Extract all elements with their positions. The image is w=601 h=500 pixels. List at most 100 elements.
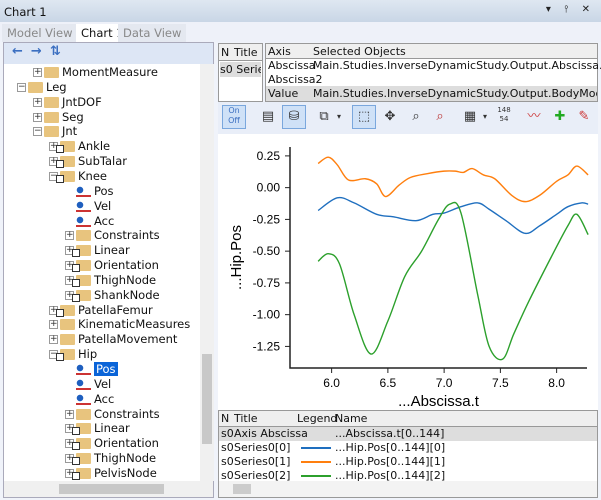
edit-series-icon[interactable]: ✎ xyxy=(572,105,596,129)
tree-item[interactable]: + ShankNode xyxy=(65,288,160,303)
tree-item-label: Pos xyxy=(94,183,114,198)
tree-item[interactable]: Vel xyxy=(65,377,111,392)
folder-icon xyxy=(56,170,75,183)
forward-arrow-icon[interactable]: → xyxy=(31,44,50,59)
row-n: s0 xyxy=(221,455,234,468)
expand-toggle-icon[interactable]: + xyxy=(49,335,58,345)
header-selected-objects: Selected Objects xyxy=(313,45,406,58)
folder-icon xyxy=(72,274,91,287)
axis-row-abscissa2[interactable]: Abscissa2 xyxy=(268,72,323,87)
axis-object[interactable]: Main.Studies.InverseDynamicStudy.Output.… xyxy=(313,86,597,101)
tree-item-label: Orientation xyxy=(94,258,159,273)
on-off-toggle[interactable]: On Off xyxy=(222,105,246,129)
folder-icon xyxy=(56,304,75,317)
folder-icon xyxy=(60,319,75,331)
tree-item[interactable]: Pos xyxy=(65,184,114,199)
y-tick-label: -0.25 xyxy=(253,212,281,226)
axis-object[interactable]: Main.Studies.InverseDynamicStudy.Output.… xyxy=(313,58,601,73)
expand-toggle-icon[interactable]: − xyxy=(17,82,26,92)
expand-toggle-icon[interactable]: + xyxy=(33,97,42,107)
tree-item[interactable]: + PatellaFemur xyxy=(49,303,153,318)
axis-row-abscissa[interactable]: Abscissa xyxy=(268,58,316,73)
grid-icon[interactable]: ▦ xyxy=(458,105,482,129)
tree-item[interactable]: − Leg xyxy=(17,80,67,95)
tree-item[interactable]: Acc xyxy=(65,214,114,229)
x-tick-label: 6.0 xyxy=(323,376,340,390)
header-axis: Axis xyxy=(268,45,291,58)
folder-icon xyxy=(28,81,43,93)
tree-item[interactable]: + MomentMeasure xyxy=(33,65,158,80)
tree-item[interactable]: + KinematicMeasures xyxy=(49,317,190,332)
row-title: Series0[0] xyxy=(234,441,291,454)
copy-chart-icon[interactable]: ⧉ xyxy=(312,105,336,129)
expand-toggle-icon[interactable]: + xyxy=(49,320,58,330)
tree-item[interactable]: + Linear xyxy=(65,243,130,258)
legend-row[interactable]: s0 Axis Abscissa ...Abscissa.t[0..144] xyxy=(219,427,597,441)
tree-item[interactable]: + Orientation xyxy=(65,258,159,273)
expand-toggle-icon[interactable]: + xyxy=(33,112,42,122)
legend-row[interactable]: s0 Series0[0] ...Hip.Pos[0..144][0] xyxy=(219,441,597,455)
folder-icon xyxy=(76,230,91,242)
expand-toggle-icon[interactable]: + xyxy=(65,409,74,419)
window-controls[interactable]: ▾ ⫯ ✕ xyxy=(546,4,595,15)
legend-swatch xyxy=(301,475,331,477)
y-tick-label: -1.25 xyxy=(253,339,281,353)
tree-item[interactable]: − Hip xyxy=(49,347,97,362)
tree-item[interactable]: + PelvisNode xyxy=(65,466,157,481)
tree-item[interactable]: − Jnt xyxy=(33,124,77,139)
tree-item[interactable]: + SubTalar xyxy=(49,154,127,169)
expand-toggle-icon[interactable]: − xyxy=(33,127,42,137)
tree-item[interactable]: + ThighNode xyxy=(65,451,156,466)
tree-item[interactable]: + Constraints xyxy=(65,407,160,422)
tree-item[interactable]: + Linear xyxy=(65,421,130,436)
tree-item[interactable]: + JntDOF xyxy=(33,95,102,110)
tree-vertical-scrollbar[interactable] xyxy=(200,64,214,481)
expand-toggle-icon[interactable]: + xyxy=(65,231,74,241)
data-labels-icon[interactable]: 148 54 xyxy=(492,105,516,129)
legend-row[interactable]: s0 Series0[1] ...Hip.Pos[0..144][1] xyxy=(219,455,597,469)
back-arrow-icon[interactable]: ← xyxy=(12,44,31,59)
sort-az-icon[interactable]: ⇅ xyxy=(50,44,69,59)
properties-icon[interactable]: ▤ xyxy=(256,105,280,129)
tree-item[interactable]: Acc xyxy=(65,392,114,407)
series-row[interactable]: s0 Series xyxy=(220,62,261,77)
y-axis-label: ...Hip.Pos xyxy=(228,225,245,290)
zoom-fit-icon[interactable]: ⌕ xyxy=(428,105,452,129)
tree-item-label: Constraints xyxy=(94,406,160,421)
folder-icon xyxy=(44,96,59,108)
tree-item[interactable]: + Orientation xyxy=(65,436,159,451)
expand-toggle-icon[interactable]: + xyxy=(33,68,42,77)
header-title: Title xyxy=(234,412,258,425)
zoom-select-icon[interactable]: ⬚ xyxy=(352,105,376,129)
database-icon[interactable]: ⛁ xyxy=(282,105,306,129)
folder-icon xyxy=(72,260,91,273)
row-title: Series0[1] xyxy=(234,455,291,468)
tab-data-view[interactable]: Data View xyxy=(118,24,187,42)
tree-item[interactable]: + Constraints xyxy=(65,228,160,243)
float-variable-icon xyxy=(76,364,91,375)
tree-item[interactable]: Pos xyxy=(65,362,118,377)
scroll-thumb[interactable] xyxy=(202,354,212,444)
tree-item[interactable]: + Seg xyxy=(33,110,84,125)
tree-item[interactable]: − Knee xyxy=(49,169,107,184)
window-title: Chart 1 xyxy=(4,5,47,19)
series-line-2 xyxy=(317,201,589,361)
header-n: N xyxy=(221,412,230,425)
dropdown-arrow-icon[interactable]: ▾ xyxy=(334,105,344,129)
dropdown-arrow-icon[interactable]: ▾ xyxy=(480,105,490,129)
tree-item[interactable]: + ThighNode xyxy=(65,273,156,288)
legend-horizontal-scrollbar[interactable] xyxy=(219,481,597,497)
tree-item[interactable]: + PatellaMovement xyxy=(49,332,177,347)
scroll-thumb[interactable] xyxy=(59,484,164,494)
tree-item[interactable]: + Ankle xyxy=(49,139,110,154)
series-style-icon[interactable]: 〰 xyxy=(522,105,546,129)
tree-item[interactable]: Vel xyxy=(65,199,111,214)
pan-icon[interactable]: ✥ xyxy=(378,105,402,129)
tree-horizontal-scrollbar[interactable] xyxy=(4,481,213,497)
tree-item-label: SubTalar xyxy=(78,154,128,169)
axis-row-value[interactable]: Value xyxy=(268,86,298,101)
folder-icon xyxy=(60,334,75,346)
add-series-icon[interactable]: ✚ xyxy=(548,105,572,129)
zoom-chart-icon[interactable]: ⌕ xyxy=(404,105,428,129)
axis-grid: Axis Selected Objects Abscissa Main.Stud… xyxy=(265,43,601,102)
